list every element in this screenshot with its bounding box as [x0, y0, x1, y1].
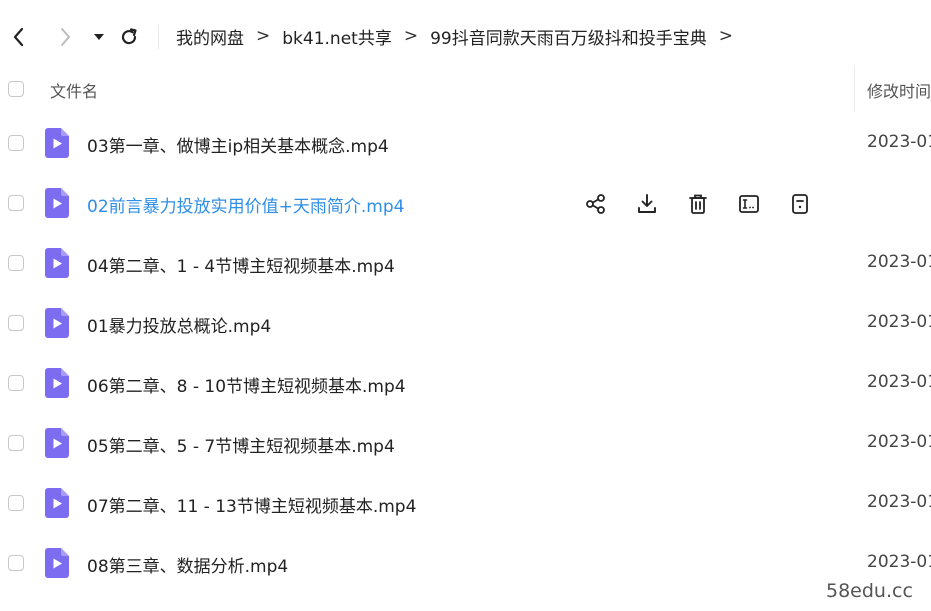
- chevron-right-icon: [61, 28, 70, 46]
- row-checkbox[interactable]: [8, 495, 24, 511]
- watermark: 58edu.cc: [826, 580, 913, 602]
- row-checkbox[interactable]: [8, 135, 24, 151]
- video-file-icon: [45, 128, 69, 158]
- file-date: 2023-01: [867, 252, 931, 272]
- file-name[interactable]: 06第二章、8 - 10节博主短视频基本.mp4: [87, 372, 406, 397]
- rename-button[interactable]: [736, 191, 762, 217]
- more-info-button[interactable]: [787, 191, 813, 217]
- select-all-checkbox[interactable]: [8, 81, 24, 97]
- breadcrumb-separator: >: [256, 26, 271, 46]
- refresh-icon: [121, 28, 137, 45]
- share-button[interactable]: [583, 191, 609, 217]
- file-list-header: 文件名 修改时间: [0, 66, 931, 112]
- back-button[interactable]: [6, 24, 32, 50]
- delete-button[interactable]: [685, 191, 711, 217]
- breadcrumb-item-share[interactable]: bk41.net共享: [282, 24, 392, 49]
- file-date: 2023-01: [867, 372, 931, 392]
- video-file-icon: [45, 548, 69, 578]
- file-name[interactable]: 08第三章、数据分析.mp4: [87, 552, 288, 577]
- row-checkbox[interactable]: [8, 555, 24, 571]
- breadcrumb: 我的网盘 > bk41.net共享 > 99抖音同款天雨百万级抖和投手宝典 >: [176, 22, 745, 50]
- row-checkbox[interactable]: [8, 315, 24, 331]
- forward-button[interactable]: [52, 24, 78, 50]
- column-header-modified[interactable]: 修改时间: [867, 78, 931, 102]
- file-name[interactable]: 05第二章、5 - 7节博主短视频基本.mp4: [87, 432, 395, 457]
- file-date: 2023-01: [867, 132, 931, 152]
- rename-icon: [739, 195, 759, 213]
- toolbar: 我的网盘 > bk41.net共享 > 99抖音同款天雨百万级抖和投手宝典 >: [0, 0, 931, 72]
- download-button[interactable]: [634, 191, 660, 217]
- breadcrumb-separator: >: [403, 26, 419, 46]
- video-file-icon: [45, 428, 69, 458]
- video-file-icon: [45, 488, 69, 518]
- file-name[interactable]: 07第二章、11 - 13节博主短视频基本.mp4: [87, 492, 416, 517]
- toolbar-divider: [158, 25, 159, 49]
- breadcrumb-item-folder[interactable]: 99抖音同款天雨百万级抖和投手宝典: [430, 24, 707, 49]
- video-file-icon: [45, 308, 69, 338]
- file-date: 2023-01: [867, 432, 931, 452]
- file-date: 2023-01: [867, 552, 931, 572]
- row-checkbox[interactable]: [8, 195, 24, 211]
- breadcrumb-item-my-drive[interactable]: 我的网盘: [176, 24, 244, 49]
- file-name[interactable]: 04第二章、1 - 4节博主短视频基本.mp4: [87, 252, 395, 277]
- row-checkbox[interactable]: [8, 435, 24, 451]
- file-date: 2023-01: [867, 312, 931, 332]
- caret-down-icon: [94, 34, 104, 40]
- file-name[interactable]: 02前言暴力投放实用价值+天雨简介.mp4: [87, 192, 404, 217]
- row-checkbox[interactable]: [8, 375, 24, 391]
- video-file-icon: [45, 368, 69, 398]
- file-row[interactable]: 01暴力投放总概论.mp4 2023-01: [0, 293, 931, 353]
- delete-icon: [689, 194, 707, 214]
- file-name[interactable]: 03第一章、做博主ip相关基本概念.mp4: [87, 132, 389, 157]
- file-date: 2023-01: [867, 492, 931, 512]
- row-checkbox[interactable]: [8, 255, 24, 271]
- video-file-icon: [45, 248, 69, 278]
- video-file-icon: [45, 188, 69, 218]
- breadcrumb-separator: >: [718, 26, 733, 46]
- file-row[interactable]: 05第二章、5 - 7节博主短视频基本.mp4 2023-01: [0, 413, 931, 473]
- row-actions: [583, 191, 838, 217]
- more-info-icon: [792, 194, 808, 214]
- file-row[interactable]: 08第三章、数据分析.mp4 2023-01: [0, 533, 931, 593]
- file-row[interactable]: 06第二章、8 - 10节博主短视频基本.mp4 2023-01: [0, 353, 931, 413]
- history-dropdown-button[interactable]: [86, 24, 112, 50]
- file-row-hovered[interactable]: 02前言暴力投放实用价值+天雨简介.mp4: [0, 173, 931, 233]
- share-icon: [586, 194, 605, 214]
- file-row[interactable]: 04第二章、1 - 4节博主短视频基本.mp4 2023-01: [0, 233, 931, 293]
- file-row[interactable]: 07第二章、11 - 13节博主短视频基本.mp4 2023-01: [0, 473, 931, 533]
- file-row[interactable]: 03第一章、做博主ip相关基本概念.mp4 2023-01: [0, 113, 931, 173]
- column-divider[interactable]: [854, 66, 855, 112]
- download-icon: [638, 194, 656, 213]
- chevron-left-icon: [13, 27, 24, 47]
- column-header-name[interactable]: 文件名: [50, 78, 98, 102]
- refresh-button[interactable]: [116, 24, 142, 50]
- file-name[interactable]: 01暴力投放总概论.mp4: [87, 312, 271, 337]
